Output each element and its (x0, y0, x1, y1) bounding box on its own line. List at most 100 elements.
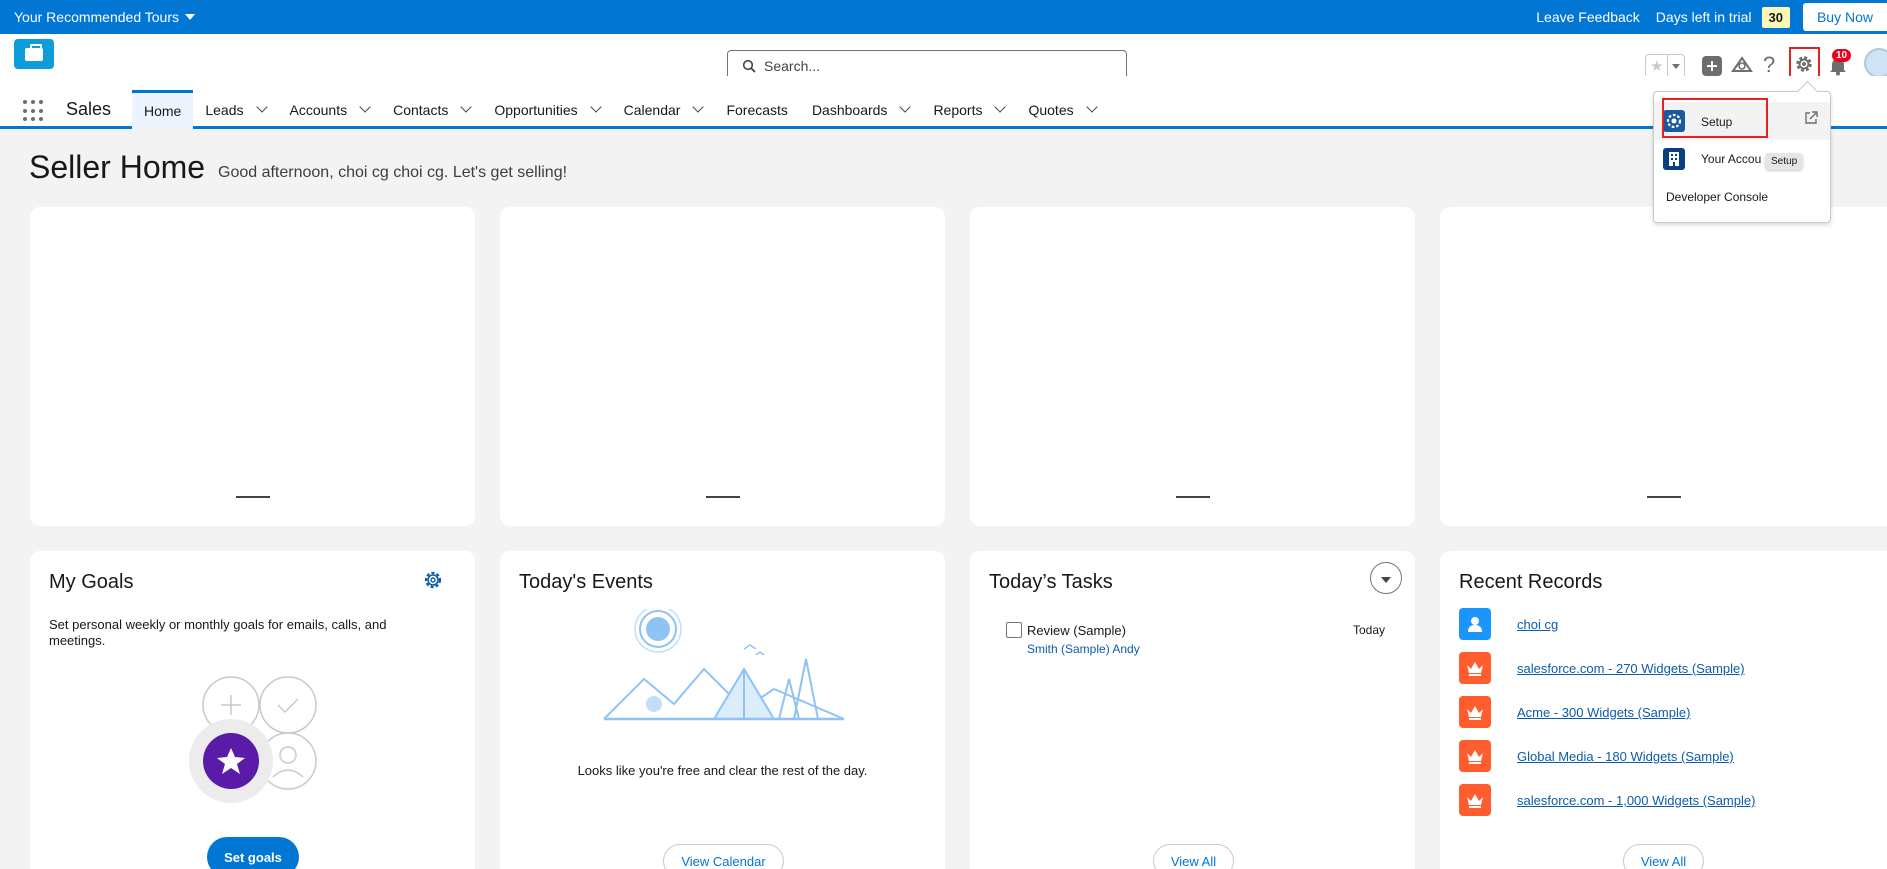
chevron-down-icon[interactable] (359, 101, 371, 113)
user-icon (1459, 608, 1491, 640)
loading-dash (705, 496, 740, 498)
opportunity-crown-icon (1459, 696, 1491, 728)
chevron-down-icon[interactable] (899, 101, 912, 113)
tab-label: Calendar (623, 101, 681, 118)
view-all-records-button[interactable]: View All (1623, 844, 1704, 869)
chevron-down-icon[interactable] (460, 101, 473, 113)
my-goals-card: My Goals Set personal weekly or monthly … (30, 551, 475, 869)
avatar[interactable] (1864, 48, 1887, 78)
recent-record-link[interactable]: salesforce.com - 1,000 Widgets (Sample) (1517, 793, 1755, 808)
greeting-text: Good afternoon, choi cg choi cg. Let's g… (218, 164, 568, 181)
chevron-down-icon[interactable] (1085, 101, 1098, 113)
opportunity-crown-icon (1459, 652, 1491, 684)
app-logo[interactable] (14, 39, 54, 69)
todays-tasks-card: Today’s Tasks Review (Sample) Today Smit… (970, 551, 1415, 869)
notification-count-badge: 10 (1832, 49, 1852, 62)
recent-record-item: Global Media - 180 Widgets (Sample) (1459, 740, 1879, 772)
todays-events-card: Today's Events Looks like you're free an… (500, 551, 945, 869)
recent-record-link[interactable]: Acme - 300 Widgets (Sample) (1517, 705, 1690, 720)
trial-banner: Your Recommended Tours Leave Feedback Da… (0, 0, 1887, 34)
page-title: Seller Home (29, 149, 206, 185)
recent-record-item: salesforce.com - 1,000 Widgets (Sample) (1459, 784, 1879, 816)
tab-forecasts[interactable]: Forecasts (714, 90, 799, 129)
search-icon (742, 59, 756, 73)
card-title: My Goals (49, 571, 134, 593)
recent-record-item: choi cg (1459, 608, 1879, 640)
setup-item-highlight (1662, 98, 1768, 138)
tab-home[interactable]: Home (132, 90, 194, 129)
building-icon (1663, 148, 1685, 170)
menu-item-your-account[interactable]: Your Accou (1654, 142, 1830, 178)
goals-description: Set personal weekly or monthly goals for… (49, 617, 387, 648)
setup-tooltip: Setup (1765, 153, 1804, 170)
plus-icon (1707, 61, 1717, 71)
recent-records-card: Recent Records choi cg salesforce.com - … (1440, 551, 1887, 869)
task-name[interactable]: Review (Sample) (1027, 623, 1126, 638)
loading-dash (1646, 496, 1681, 498)
tab-label: Home (144, 103, 182, 119)
app-navigation-bar: Sales Home Leads Accounts Contacts Oppor… (0, 76, 1887, 129)
set-goals-button[interactable]: Set goals (207, 837, 299, 869)
menu-item-developer-console[interactable]: Developer Console (1654, 182, 1830, 212)
tab-label: Quotes (1028, 101, 1074, 118)
chevron-down-icon[interactable] (589, 101, 602, 113)
caret-down-icon (185, 14, 195, 20)
chevron-down-icon[interactable] (692, 101, 705, 113)
tab-opportunities[interactable]: Opportunities (482, 90, 611, 129)
chevron-down-icon[interactable] (994, 101, 1007, 113)
task-checkbox[interactable] (1006, 622, 1022, 638)
opportunity-crown-icon (1459, 784, 1491, 816)
leave-feedback-link[interactable]: Leave Feedback (1536, 9, 1640, 25)
opportunity-crown-icon (1459, 740, 1491, 772)
app-launcher-icon[interactable] (23, 100, 45, 122)
tab-contacts[interactable]: Contacts (381, 90, 482, 129)
tasks-filter-dropdown[interactable] (1370, 562, 1402, 594)
external-link-icon[interactable] (1804, 111, 1818, 125)
search-input[interactable] (764, 58, 1104, 74)
tours-label: Your Recommended Tours (14, 9, 179, 25)
tab-leads[interactable]: Leads (193, 90, 277, 129)
card-title: Today's Events (519, 571, 653, 593)
metric-card (1440, 207, 1887, 526)
tab-quotes[interactable]: Quotes (1016, 90, 1107, 129)
recent-record-item: Acme - 300 Widgets (Sample) (1459, 696, 1879, 728)
tab-calendar[interactable]: Calendar (612, 90, 715, 129)
tab-label: Accounts (289, 101, 348, 118)
tab-reports[interactable]: Reports (921, 90, 1016, 129)
tab-dashboards[interactable]: Dashboards (800, 90, 922, 129)
no-events-message: Looks like you're free and clear the res… (577, 763, 868, 778)
settings-gear-icon[interactable] (423, 570, 443, 590)
recent-record-item: salesforce.com - 270 Widgets (Sample) (1459, 652, 1879, 684)
view-calendar-button[interactable]: View Calendar (663, 844, 784, 869)
loading-dash (235, 496, 270, 498)
chevron-down-icon[interactable] (1667, 55, 1684, 77)
tab-accounts[interactable]: Accounts (278, 90, 382, 129)
menu-item-label: Developer Console (1666, 190, 1769, 204)
tab-label: Reports (933, 101, 983, 118)
buy-now-button[interactable]: Buy Now (1802, 3, 1887, 31)
trailhead-icon[interactable] (1731, 55, 1753, 75)
tab-label: Leads (205, 101, 244, 118)
goals-illustration (189, 676, 317, 803)
help-icon[interactable]: ? (1763, 52, 1775, 78)
chevron-down-icon[interactable] (255, 101, 268, 113)
metric-card (500, 207, 945, 526)
card-title: Today’s Tasks (989, 571, 1113, 593)
recent-record-link[interactable]: choi cg (1517, 617, 1558, 632)
recommended-tours-dropdown[interactable]: Your Recommended Tours (14, 9, 195, 25)
app-name: Sales (66, 99, 112, 119)
view-all-tasks-button[interactable]: View All (1153, 844, 1234, 869)
recent-record-link[interactable]: salesforce.com - 270 Widgets (Sample) (1517, 661, 1745, 676)
empty-calendar-illustration (603, 609, 845, 721)
tab-label: Dashboards (811, 101, 888, 118)
favorites-button[interactable]: ★ (1645, 54, 1685, 78)
global-actions-button[interactable] (1702, 56, 1722, 76)
star-icon: ★ (1649, 58, 1664, 75)
card-title: Recent Records (1459, 571, 1603, 593)
metric-card (30, 207, 475, 526)
tab-label: Opportunities (494, 101, 578, 118)
task-due-date: Today (1353, 623, 1386, 637)
task-related-link[interactable]: Smith (Sample) Andy (1027, 642, 1140, 656)
menu-item-label: Your Accou (1701, 152, 1762, 166)
recent-record-link[interactable]: Global Media - 180 Widgets (Sample) (1517, 749, 1734, 764)
